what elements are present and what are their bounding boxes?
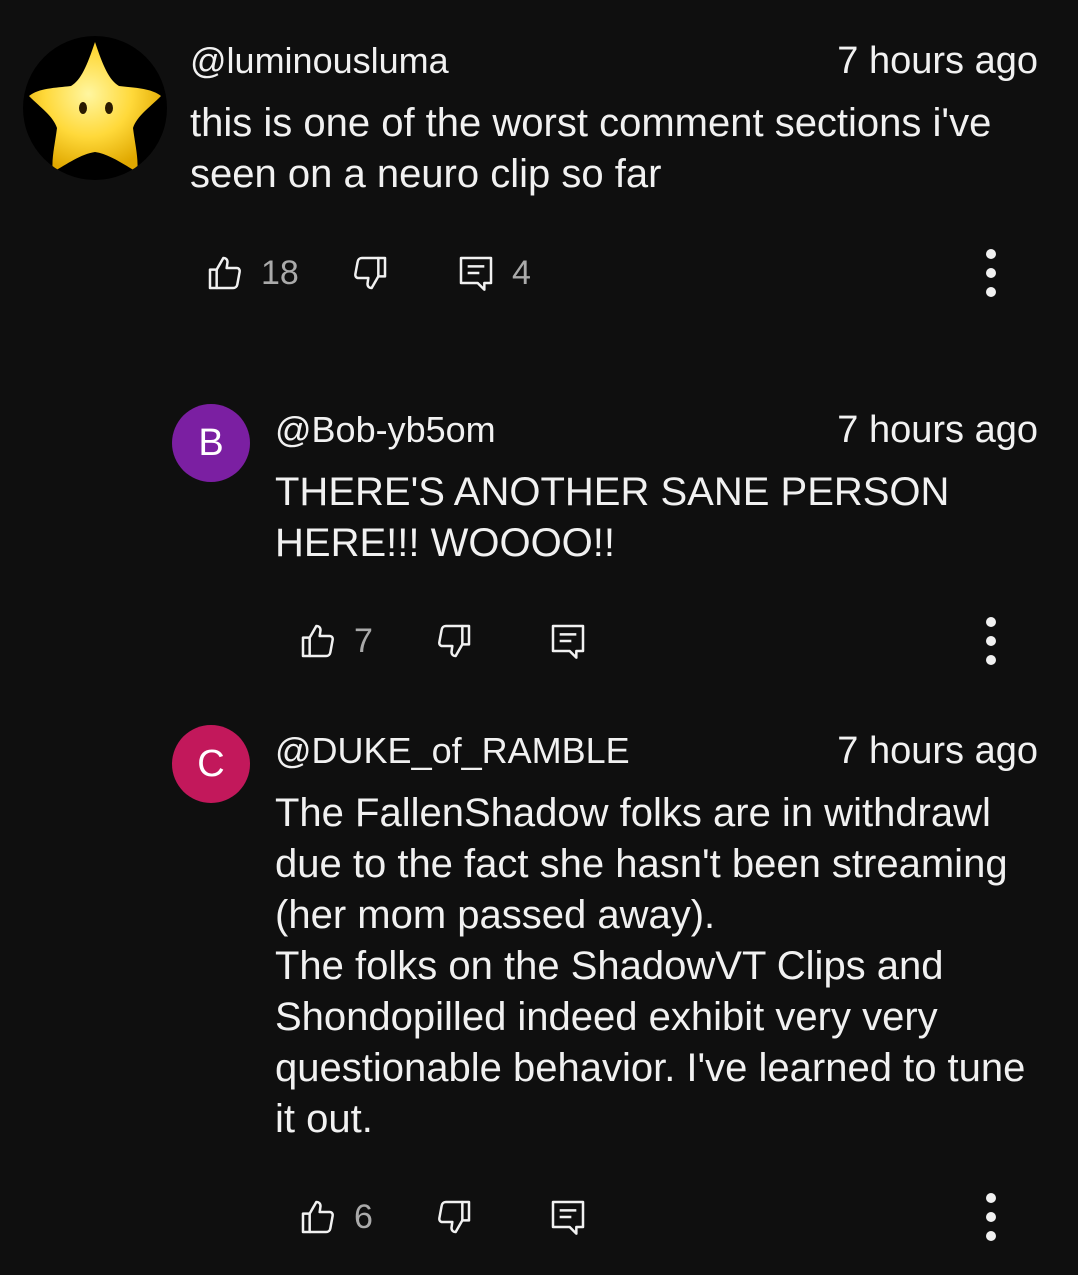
like-count: 7	[354, 621, 373, 660]
star-icon	[29, 42, 161, 172]
more-button[interactable]	[971, 611, 1011, 671]
avatar-letter: C	[197, 742, 225, 785]
more-vertical-icon	[986, 1193, 996, 1241]
like-count: 18	[261, 253, 299, 292]
comment-timestamp[interactable]: 7 hours ago	[837, 409, 1038, 452]
avatar[interactable]: B	[172, 404, 250, 482]
thumbs-up-icon	[301, 1200, 334, 1234]
more-vertical-icon	[986, 249, 996, 297]
comment-text: The FallenShadow folks are in withdrawl …	[275, 791, 1026, 1141]
more-button[interactable]	[971, 1187, 1011, 1247]
like-button[interactable]: 7	[298, 611, 373, 671]
avatar[interactable]	[23, 36, 167, 180]
comment-text: THERE'S ANOTHER SANE PERSON HERE!!! WOOO…	[275, 470, 950, 565]
thumbs-down-icon	[438, 624, 471, 658]
comment-author[interactable]: @luminousluma	[190, 40, 449, 82]
dislike-button[interactable]	[434, 1187, 474, 1247]
dislike-button[interactable]	[434, 611, 474, 671]
like-button[interactable]: 6	[298, 1187, 373, 1247]
dislike-button[interactable]	[350, 243, 390, 303]
reply-icon	[459, 256, 493, 291]
comment-timestamp[interactable]: 7 hours ago	[837, 40, 1038, 83]
like-count: 6	[354, 1197, 373, 1236]
reply-count: 4	[512, 253, 531, 292]
more-button[interactable]	[971, 243, 1011, 303]
avatar-letter: B	[198, 421, 224, 464]
comment-author[interactable]: @DUKE_of_RAMBLE	[275, 730, 630, 772]
thumbs-down-icon	[438, 1200, 471, 1234]
reply-icon	[551, 1200, 585, 1235]
comment-timestamp[interactable]: 7 hours ago	[837, 730, 1038, 773]
comment-actions: 6	[298, 1187, 1048, 1247]
comment-actions: 7	[298, 611, 1048, 671]
comment-actions: 18 4	[205, 243, 1045, 303]
reply-icon	[551, 624, 585, 659]
like-button[interactable]: 18	[205, 243, 299, 303]
thumbs-up-icon	[208, 256, 241, 290]
reply-button[interactable]: 4	[456, 243, 531, 303]
comment-author[interactable]: @Bob-yb5om	[275, 409, 496, 451]
comment-text: this is one of the worst comment section…	[190, 101, 992, 196]
reply-button[interactable]	[548, 611, 588, 671]
more-vertical-icon	[986, 617, 996, 665]
avatar[interactable]: C	[172, 725, 250, 803]
thumbs-up-icon	[301, 624, 334, 658]
thumbs-down-icon	[354, 256, 387, 290]
reply-button[interactable]	[548, 1187, 588, 1247]
